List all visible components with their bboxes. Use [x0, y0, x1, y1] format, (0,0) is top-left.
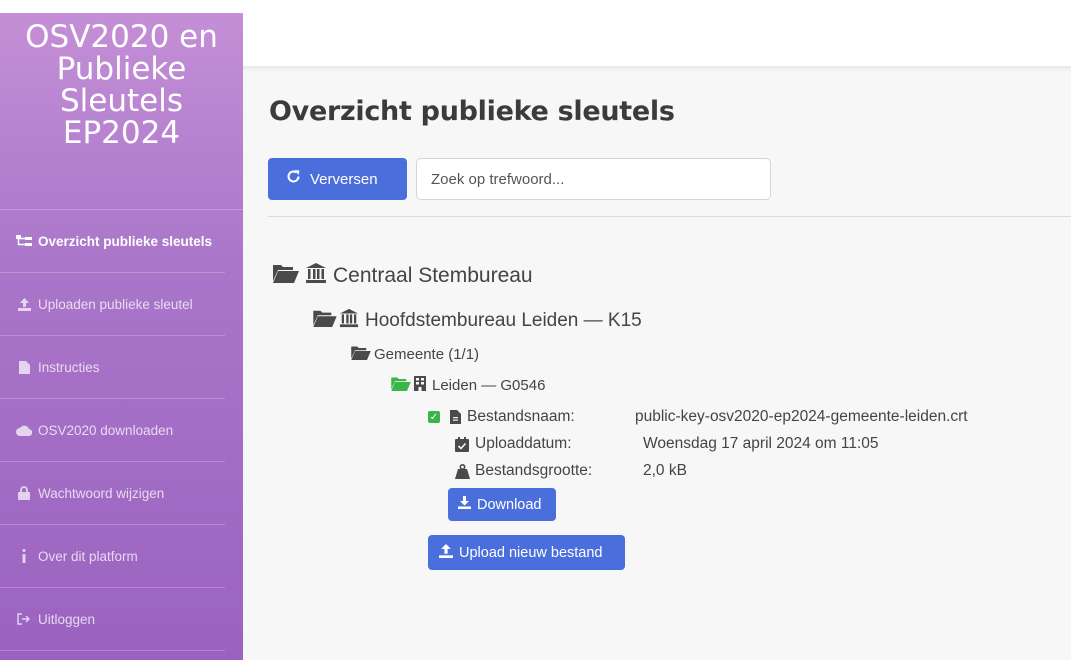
upload-new-file-button[interactable]: Upload nieuw bestand [428, 535, 625, 570]
main-content: Overzicht publieke sleutels Verversen Ce… [243, 66, 1071, 660]
logout-icon [15, 613, 33, 625]
landmark-icon [305, 262, 327, 290]
detail-value: 2,0 kB [643, 462, 687, 479]
sidebar-item-label: Overzicht publieke sleutels [38, 233, 213, 249]
cloud-download-icon [15, 424, 33, 436]
tree-node-gemeente[interactable]: Gemeente (1/1) [351, 345, 479, 364]
detail-label: Uploaddatum: [475, 435, 572, 452]
landmark-icon [339, 308, 359, 334]
folder-open-green-icon [391, 376, 411, 395]
lock-icon [15, 486, 33, 500]
tree-node-label: Leiden — G0546 [432, 377, 546, 394]
brand-line-2: Publieke [56, 51, 187, 87]
download-icon [458, 496, 471, 513]
brand-title: OSV2020 en Publieke Sleutels EP2024 [0, 13, 243, 210]
sidebar-item-wachtwoord-wijzigen[interactable]: Wachtwoord wijzigen [0, 462, 225, 525]
refresh-label: Verversen [310, 170, 378, 188]
brand-line-1: OSV2020 en [25, 19, 218, 55]
folder-open-icon [313, 309, 337, 333]
info-icon [15, 549, 33, 563]
download-label: Download [477, 496, 542, 513]
tree-node-centraal-stembureau[interactable]: Centraal Stembureau [273, 262, 533, 290]
tree-node-label: Centraal Stembureau [333, 264, 533, 287]
tree-node-leiden[interactable]: Leiden — G0546 [391, 376, 545, 395]
upload-icon [15, 297, 33, 311]
detail-value: Woensdag 17 april 2024 om 11:05 [643, 435, 879, 452]
sidebar-item-osv2020-downloaden[interactable]: OSV2020 downloaden [0, 399, 225, 462]
sidebar-item-label: OSV2020 downloaden [38, 422, 174, 438]
file-icon [15, 360, 33, 374]
file-icon [446, 410, 464, 424]
detail-label: Bestandsnaam: [467, 408, 575, 425]
detail-row-bestandsgrootte: Bestandsgrootte: 2,0 kB [449, 462, 687, 480]
sidebar-item-label: Uploaden publieke sleutel [38, 296, 193, 312]
refresh-icon [286, 169, 301, 189]
check-icon[interactable]: ✓ [428, 411, 440, 423]
sidebar-item-label: Wachtwoord wijzigen [38, 485, 165, 501]
sidebar-item-label: Over dit platform [38, 548, 138, 564]
folder-open-icon [351, 345, 371, 364]
tree-node-label: Gemeente (1/1) [374, 346, 480, 363]
sidebar-item-instructies[interactable]: Instructies [0, 336, 225, 399]
detail-value: public-key-osv2020-ep2024-gemeente-leide… [635, 408, 968, 425]
detail-row-uploaddatum: Uploaddatum: Woensdag 17 april 2024 om 1… [449, 435, 879, 453]
search-input[interactable] [416, 158, 771, 200]
detail-label: Bestandsgrootte: [475, 462, 593, 479]
building-icon [414, 376, 426, 395]
sidebar: OSV2020 en Publieke Sleutels EP2024 Over… [0, 13, 243, 660]
detail-row-bestandsnaam: ✓ Bestandsnaam: public-key-osv2020-ep202… [428, 408, 968, 426]
folder-open-icon [273, 263, 299, 289]
refresh-button[interactable]: Verversen [268, 158, 407, 200]
sidebar-item-uitloggen[interactable]: Uitloggen [0, 588, 225, 651]
divider [268, 216, 1071, 217]
sitemap-icon [15, 234, 33, 248]
upload-icon [439, 543, 453, 562]
tree-node-label: Hoofdstembureau Leiden — K15 [365, 310, 642, 331]
upload-label: Upload nieuw bestand [459, 544, 603, 561]
calendar-check-icon [449, 436, 475, 452]
sidebar-item-label: Uitloggen [38, 611, 96, 627]
page-title: Overzicht publieke sleutels [269, 96, 675, 127]
sidebar-item-uploaden[interactable]: Uploaden publieke sleutel [0, 273, 225, 336]
sidebar-item-overzicht[interactable]: Overzicht publieke sleutels [0, 210, 225, 273]
sidebar-item-over-dit-platform[interactable]: Over dit platform [0, 525, 225, 588]
download-button[interactable]: Download [448, 488, 556, 521]
weight-icon [449, 463, 475, 479]
top-bar [243, 0, 1071, 66]
brand-line-3: Sleutels [59, 83, 183, 119]
sidebar-item-label: Instructies [38, 359, 100, 375]
tree-node-hoofdstembureau[interactable]: Hoofdstembureau Leiden — K15 [313, 308, 642, 334]
brand-line-4: EP2024 [62, 115, 181, 151]
sidebar-nav: Overzicht publieke sleutels Uploaden pub… [0, 210, 243, 651]
